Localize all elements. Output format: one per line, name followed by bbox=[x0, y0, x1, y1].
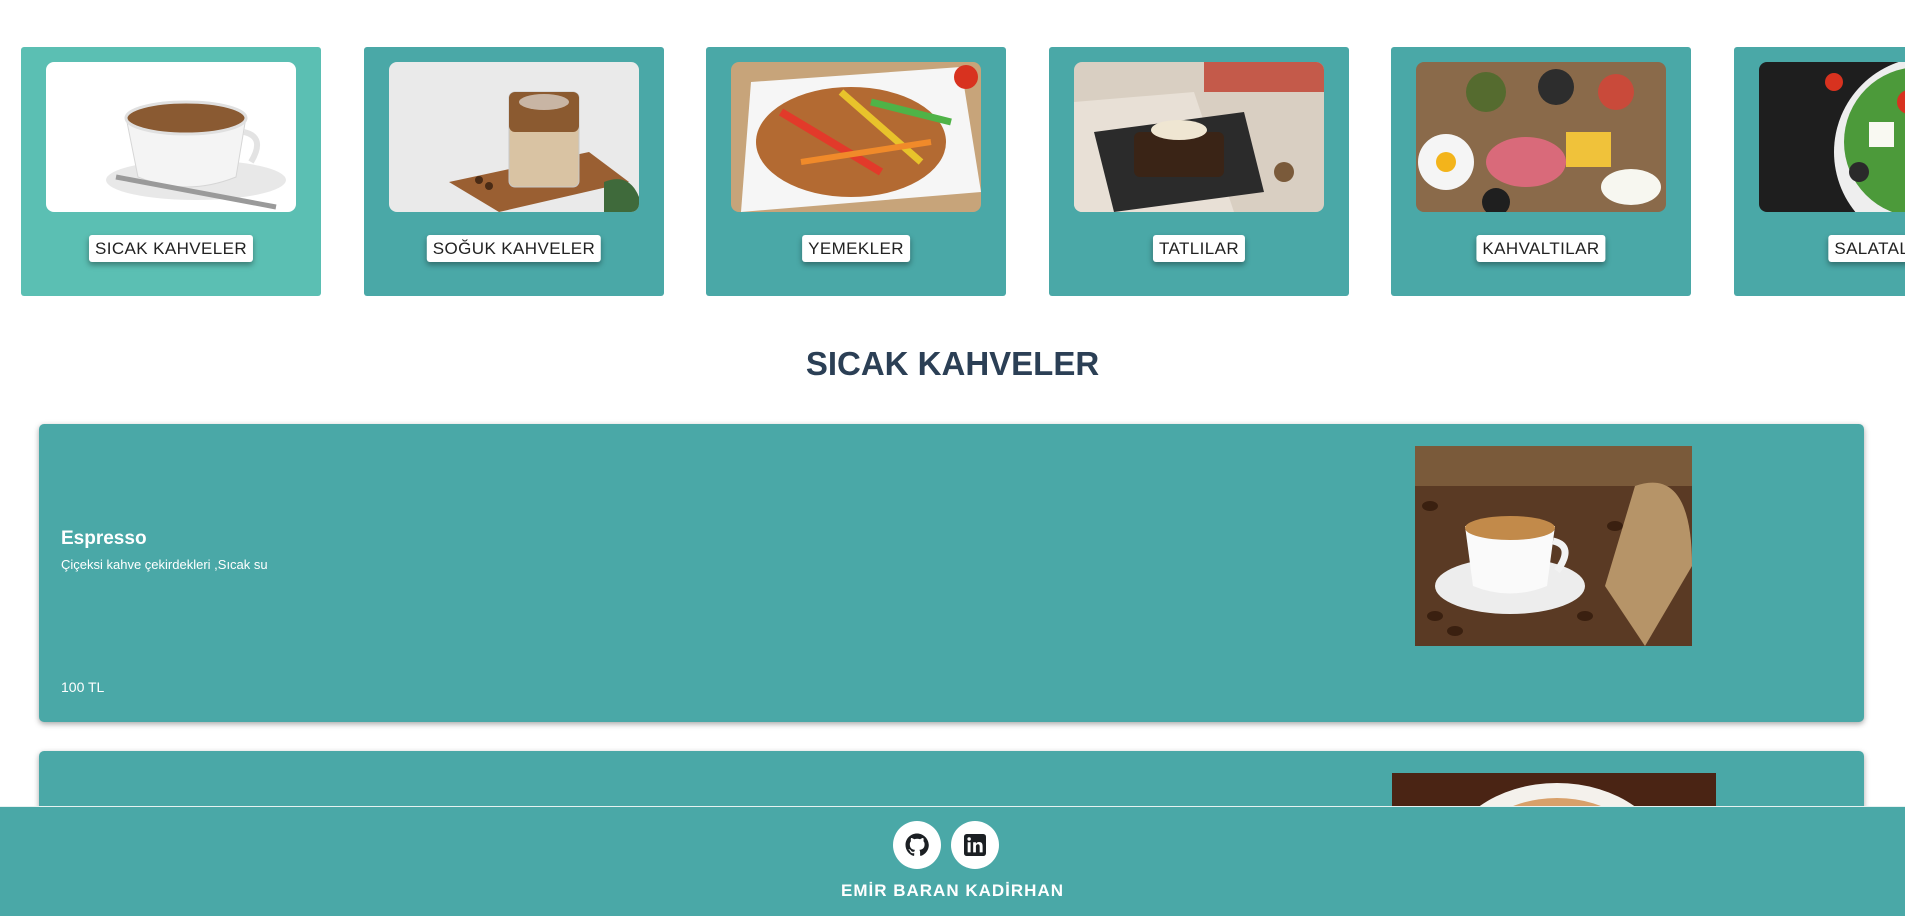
iced-coffee-glass-image bbox=[389, 62, 639, 212]
breakfast-spread-image bbox=[1416, 62, 1666, 212]
linkedin-link[interactable] bbox=[951, 821, 999, 869]
footer-author-name: EMİR BARAN KADİRHAN bbox=[841, 881, 1064, 900]
product-name: Espresso bbox=[61, 528, 147, 549]
footer: EMİR BARAN KADİRHAN bbox=[0, 806, 1905, 916]
category-card-salatalar[interactable]: SALATALAR bbox=[1734, 47, 1905, 296]
espresso-with-coffee-beans-image bbox=[1415, 446, 1692, 646]
category-card-sicak-kahveler[interactable]: SICAK KAHVELER bbox=[21, 47, 321, 296]
hot-coffee-cup-image bbox=[46, 62, 296, 212]
category-carousel: SICAK KAHVELER SOĞUK KAHVELER YEMEKLER T… bbox=[0, 0, 1905, 300]
chocolate-dessert-image bbox=[1074, 62, 1324, 212]
chicken-stir-fry-plate-image bbox=[731, 62, 981, 212]
category-label[interactable]: YEMEKLER bbox=[802, 235, 910, 262]
linkedin-icon bbox=[964, 834, 986, 856]
product-description: Çiçeksi kahve çekirdekleri ,Sıcak su bbox=[61, 557, 268, 572]
product-price: 100 TL bbox=[61, 679, 105, 695]
section-title: SICAK KAHVELER bbox=[805, 345, 1100, 382]
category-label[interactable]: SALATALAR bbox=[1828, 235, 1905, 262]
category-label[interactable]: TATLILAR bbox=[1152, 235, 1246, 262]
category-label[interactable]: SOĞUK KAHVELER bbox=[426, 235, 602, 262]
category-card-kahvaltilar[interactable]: KAHVALTILAR bbox=[1391, 47, 1691, 296]
github-icon bbox=[905, 833, 929, 856]
greek-salad-image bbox=[1759, 62, 1905, 212]
category-card-tatlilar[interactable]: TATLILAR bbox=[1049, 47, 1349, 296]
github-link[interactable] bbox=[893, 821, 941, 869]
category-card-soguk-kahveler[interactable]: SOĞUK KAHVELER bbox=[364, 47, 664, 296]
category-card-yemekler[interactable]: YEMEKLER bbox=[706, 47, 1006, 296]
category-label[interactable]: SICAK KAHVELER bbox=[88, 235, 254, 262]
product-card-espresso[interactable]: Espresso Çiçeksi kahve çekirdekleri ,Sıc… bbox=[39, 424, 1864, 722]
category-label[interactable]: KAHVALTILAR bbox=[1476, 235, 1606, 262]
